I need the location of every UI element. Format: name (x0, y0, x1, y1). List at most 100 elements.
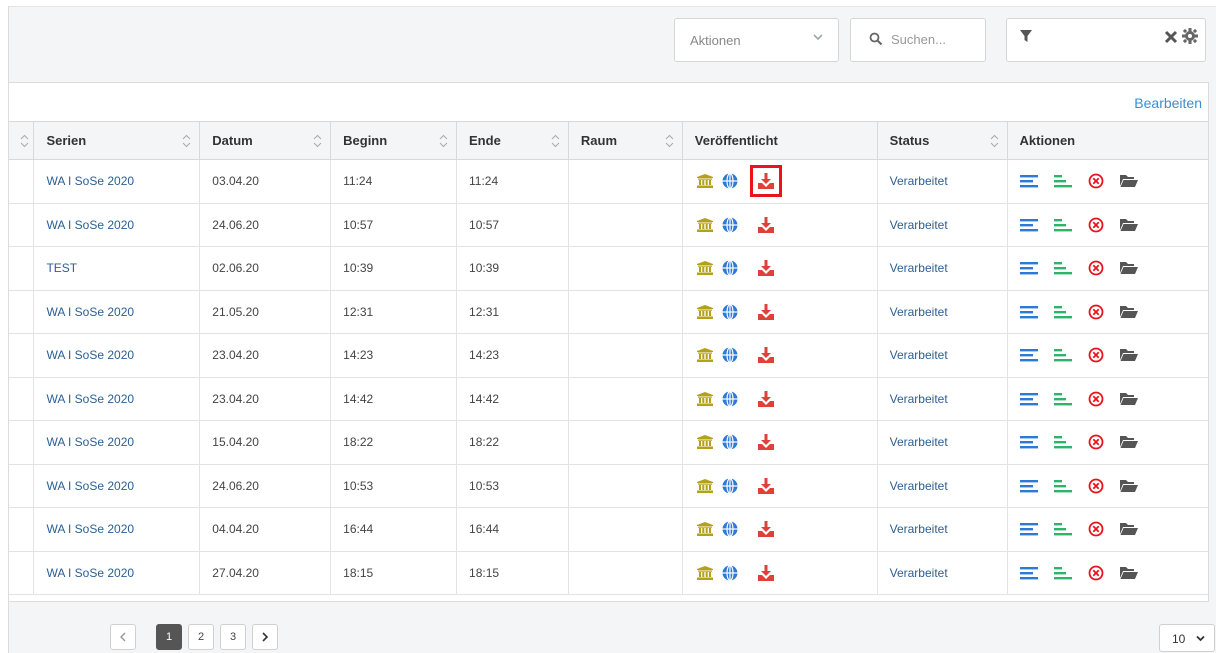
details-icon[interactable] (1019, 218, 1038, 232)
status-cell[interactable]: Verarbeitet (877, 377, 1008, 421)
metadata-icon[interactable] (1053, 261, 1072, 275)
serie-cell[interactable]: WA I SoSe 2020 (33, 333, 201, 378)
table-row[interactable]: WA I SoSe 2020 21.05.20 12:31 12:31 Vera… (9, 290, 1208, 334)
table-row[interactable]: WA I SoSe 2020 23.04.20 14:42 14:42 Vera… (9, 377, 1208, 421)
serie-cell[interactable]: WA I SoSe 2020 (33, 464, 201, 508)
folder-icon[interactable] (1119, 435, 1138, 449)
globe-icon[interactable] (721, 433, 739, 451)
search-input[interactable]: Suchen... (850, 18, 986, 62)
metadata-icon[interactable] (1053, 435, 1072, 449)
table-row[interactable]: WA I SoSe 2020 27.04.20 18:15 18:15 Vera… (9, 551, 1208, 595)
row-select-cell[interactable] (9, 333, 35, 378)
folder-icon[interactable] (1119, 392, 1138, 406)
gear-icon[interactable] (1181, 27, 1199, 45)
details-icon[interactable] (1019, 261, 1038, 275)
table-row[interactable]: WA I SoSe 2020 24.06.20 10:57 10:57 Vera… (9, 203, 1208, 247)
folder-icon[interactable] (1119, 305, 1138, 319)
museum-icon[interactable] (696, 304, 713, 319)
table-row[interactable]: TEST 02.06.20 10:39 10:39 Verarbeitet (9, 246, 1208, 291)
status-cell[interactable]: Verarbeitet (877, 290, 1008, 334)
download-icon[interactable] (757, 259, 775, 277)
table-row[interactable]: WA I SoSe 2020 23.04.20 14:23 14:23 Vera… (9, 333, 1208, 378)
serie-cell[interactable]: WA I SoSe 2020 (33, 551, 201, 595)
page-button-3[interactable]: 3 (220, 624, 246, 650)
column-header-beginn[interactable]: Beginn (330, 121, 458, 160)
download-icon[interactable] (749, 165, 782, 198)
details-icon[interactable] (1019, 174, 1038, 188)
metadata-icon[interactable] (1053, 522, 1072, 536)
delete-icon[interactable] (1088, 304, 1104, 320)
globe-icon[interactable] (721, 346, 739, 364)
row-select-cell[interactable] (9, 290, 35, 334)
details-icon[interactable] (1019, 522, 1038, 536)
metadata-icon[interactable] (1053, 305, 1072, 319)
museum-icon[interactable] (696, 174, 713, 189)
close-icon[interactable] (1163, 29, 1179, 45)
serie-cell[interactable]: WA I SoSe 2020 (33, 377, 201, 421)
column-header-raum[interactable]: Raum (568, 121, 683, 160)
row-select-cell[interactable] (9, 551, 35, 595)
globe-icon[interactable] (721, 564, 739, 582)
download-icon[interactable] (757, 216, 775, 234)
row-select-cell[interactable] (9, 464, 35, 508)
museum-icon[interactable] (696, 348, 713, 363)
page-button-1[interactable]: 1 (156, 624, 182, 650)
delete-icon[interactable] (1088, 521, 1104, 537)
status-cell[interactable]: Verarbeitet (877, 203, 1008, 247)
museum-icon[interactable] (696, 217, 713, 232)
row-select-cell[interactable] (9, 507, 35, 552)
folder-icon[interactable] (1119, 174, 1138, 188)
details-icon[interactable] (1019, 348, 1038, 362)
status-cell[interactable]: Verarbeitet (877, 551, 1008, 595)
metadata-icon[interactable] (1053, 348, 1072, 362)
metadata-icon[interactable] (1053, 566, 1072, 580)
serie-cell[interactable]: WA I SoSe 2020 (33, 420, 201, 465)
museum-icon[interactable] (696, 522, 713, 537)
row-select-cell[interactable] (9, 246, 35, 291)
delete-icon[interactable] (1088, 347, 1104, 363)
table-row[interactable]: WA I SoSe 2020 03.04.20 11:24 11:24 Vera… (9, 159, 1208, 204)
museum-icon[interactable] (696, 261, 713, 276)
globe-icon[interactable] (721, 520, 739, 538)
globe-icon[interactable] (721, 259, 739, 277)
download-icon[interactable] (757, 520, 775, 538)
prev-page-button[interactable] (110, 624, 136, 650)
table-row[interactable]: WA I SoSe 2020 15.04.20 18:22 18:22 Vera… (9, 420, 1208, 465)
download-icon[interactable] (757, 346, 775, 364)
actions-select[interactable]: Aktionen (674, 18, 839, 62)
folder-icon[interactable] (1119, 261, 1138, 275)
serie-cell[interactable]: TEST (33, 246, 201, 291)
details-icon[interactable] (1019, 435, 1038, 449)
status-cell[interactable]: Verarbeitet (877, 159, 1008, 204)
status-cell[interactable]: Verarbeitet (877, 333, 1008, 378)
column-header-ende[interactable]: Ende (456, 121, 569, 160)
serie-cell[interactable]: WA I SoSe 2020 (33, 203, 201, 247)
delete-icon[interactable] (1088, 260, 1104, 276)
details-icon[interactable] (1019, 479, 1038, 493)
status-cell[interactable]: Verarbeitet (877, 507, 1008, 552)
select-column-header[interactable] (9, 121, 35, 160)
status-cell[interactable]: Verarbeitet (877, 246, 1008, 291)
museum-icon[interactable] (696, 391, 713, 406)
column-header-datum[interactable]: Datum (199, 121, 332, 160)
page-button-2[interactable]: 2 (188, 624, 214, 650)
filter-box[interactable] (1006, 18, 1206, 62)
delete-icon[interactable] (1088, 478, 1104, 494)
folder-icon[interactable] (1119, 566, 1138, 580)
folder-icon[interactable] (1119, 218, 1138, 232)
status-cell[interactable]: Verarbeitet (877, 464, 1008, 508)
details-icon[interactable] (1019, 305, 1038, 319)
edit-link[interactable]: Bearbeiten (1134, 95, 1202, 111)
download-icon[interactable] (757, 303, 775, 321)
globe-icon[interactable] (721, 390, 739, 408)
download-icon[interactable] (757, 390, 775, 408)
globe-icon[interactable] (721, 303, 739, 321)
serie-cell[interactable]: WA I SoSe 2020 (33, 290, 201, 334)
globe-icon[interactable] (721, 477, 739, 495)
metadata-icon[interactable] (1053, 392, 1072, 406)
details-icon[interactable] (1019, 392, 1038, 406)
column-header-status[interactable]: Status (877, 121, 1008, 160)
metadata-icon[interactable] (1053, 218, 1072, 232)
serie-cell[interactable]: WA I SoSe 2020 (33, 507, 201, 552)
folder-icon[interactable] (1119, 522, 1138, 536)
